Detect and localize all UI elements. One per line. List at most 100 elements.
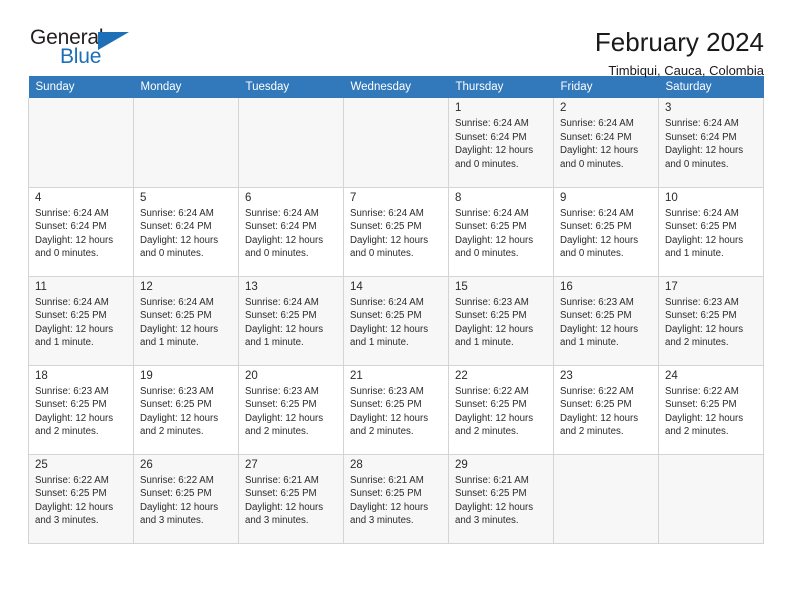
- calendar-body: 1 Sunrise: 6:24 AM Sunset: 6:24 PM Daylight…: [28, 98, 764, 544]
- daylight-duration-line1: Daylight: 12 hours: [140, 323, 219, 335]
- day-cell-content: 17 Sunrise: 6:23 AM Sunset: 6:25 PM Dayligh…: [659, 277, 763, 350]
- calendar-day-cell-empty: [658, 454, 764, 544]
- sunset-time: Sunset: 6:25 PM: [665, 310, 737, 322]
- day-sun-info: Sunrise: 6:24 AM Sunset: 6:25 PM Daylight:…: [560, 207, 652, 261]
- calendar-day-cell[interactable]: 6 Sunrise: 6:24 AM Sunset: 6:24 PM Daylight…: [238, 187, 344, 277]
- sunrise-sunset-calendar: Sunday Monday Tuesday Wednesday Thursday Frid…: [28, 76, 764, 544]
- sunrise-time: Sunrise: 6:24 AM: [560, 207, 634, 219]
- day-cell-content: 9 Sunrise: 6:24 AM Sunset: 6:25 PM Daylight…: [554, 188, 658, 261]
- sunset-time: Sunset: 6:24 PM: [35, 221, 107, 233]
- calendar-day-cell[interactable]: 17 Sunrise: 6:23 AM Sunset: 6:25 PM Dayligh…: [658, 276, 764, 366]
- day-sun-info: Sunrise: 6:23 AM Sunset: 6:25 PM Daylight:…: [350, 385, 442, 439]
- general-blue-logo: General Blue: [28, 26, 133, 72]
- daylight-duration-line2: and 3 minutes.: [140, 515, 204, 527]
- calendar-day-cell[interactable]: 8 Sunrise: 6:24 AM Sunset: 6:25 PM Daylight…: [448, 187, 554, 277]
- calendar-day-cell[interactable]: 23 Sunrise: 6:22 AM Sunset: 6:25 PM Dayligh…: [553, 365, 659, 455]
- daylight-duration-line2: and 1 minute.: [350, 337, 409, 349]
- day-cell-content: 15 Sunrise: 6:23 AM Sunset: 6:25 PM Dayligh…: [449, 277, 553, 350]
- calendar-day-cell[interactable]: 9 Sunrise: 6:24 AM Sunset: 6:25 PM Daylight…: [553, 187, 659, 277]
- calendar-day-cell[interactable]: 21 Sunrise: 6:23 AM Sunset: 6:25 PM Dayligh…: [343, 365, 449, 455]
- daylight-duration-line1: Daylight: 12 hours: [140, 412, 219, 424]
- calendar-day-cell[interactable]: 5 Sunrise: 6:24 AM Sunset: 6:24 PM Daylight…: [133, 187, 239, 277]
- day-cell-content: 25 Sunrise: 6:22 AM Sunset: 6:25 PM Dayligh…: [29, 455, 133, 528]
- day-sun-info: Sunrise: 6:21 AM Sunset: 6:25 PM Daylight:…: [245, 474, 337, 528]
- calendar-column-header-wednesday: Wednesday: [343, 76, 449, 98]
- calendar-day-cell[interactable]: 27 Sunrise: 6:21 AM Sunset: 6:25 PM Dayligh…: [238, 454, 344, 544]
- calendar-day-cell[interactable]: 19 Sunrise: 6:23 AM Sunset: 6:25 PM Dayligh…: [133, 365, 239, 455]
- day-sun-info: Sunrise: 6:22 AM Sunset: 6:25 PM Daylight:…: [140, 474, 232, 528]
- calendar-day-cell[interactable]: 25 Sunrise: 6:22 AM Sunset: 6:25 PM Dayligh…: [28, 454, 134, 544]
- calendar-day-cell[interactable]: 10 Sunrise: 6:24 AM Sunset: 6:25 PM Dayligh…: [658, 187, 764, 277]
- day-number: 18: [35, 369, 48, 382]
- day-cell-content: 19 Sunrise: 6:23 AM Sunset: 6:25 PM Dayligh…: [134, 366, 238, 439]
- page-subtitle: Timbiqui, Cauca, Colombia: [608, 63, 764, 78]
- calendar-day-cell-empty: [553, 454, 659, 544]
- calendar-day-cell[interactable]: 4 Sunrise: 6:24 AM Sunset: 6:24 PM Daylight…: [28, 187, 134, 277]
- sunset-time: Sunset: 6:25 PM: [455, 488, 527, 500]
- daylight-duration-line2: and 2 minutes.: [455, 426, 519, 438]
- day-cell-content: 8 Sunrise: 6:24 AM Sunset: 6:25 PM Daylight…: [449, 188, 553, 261]
- day-cell-content: 12 Sunrise: 6:24 AM Sunset: 6:25 PM Dayligh…: [134, 277, 238, 350]
- calendar-day-cell-empty: [238, 98, 344, 188]
- sunset-time: Sunset: 6:25 PM: [35, 399, 107, 411]
- calendar-column-header-tuesday: Tuesday: [238, 76, 344, 98]
- day-number: 13: [245, 280, 258, 293]
- calendar-day-cell[interactable]: 13 Sunrise: 6:24 AM Sunset: 6:25 PM Dayligh…: [238, 276, 344, 366]
- calendar-day-cell[interactable]: 15 Sunrise: 6:23 AM Sunset: 6:25 PM Dayligh…: [448, 276, 554, 366]
- sunrise-time: Sunrise: 6:24 AM: [560, 118, 634, 129]
- sunrise-time: Sunrise: 6:24 AM: [140, 207, 214, 219]
- calendar-day-cell[interactable]: 22 Sunrise: 6:22 AM Sunset: 6:25 PM Dayligh…: [448, 365, 554, 455]
- daylight-duration-line1: Daylight: 12 hours: [665, 145, 744, 157]
- calendar-day-cell[interactable]: 18 Sunrise: 6:23 AM Sunset: 6:25 PM Dayligh…: [28, 365, 134, 455]
- day-number: 14: [350, 280, 363, 293]
- daylight-duration-line2: and 3 minutes.: [35, 515, 99, 527]
- calendar-day-cell[interactable]: 12 Sunrise: 6:24 AM Sunset: 6:25 PM Dayligh…: [133, 276, 239, 366]
- day-sun-info: Sunrise: 6:21 AM Sunset: 6:25 PM Daylight:…: [455, 474, 547, 528]
- calendar-day-cell[interactable]: 16 Sunrise: 6:23 AM Sunset: 6:25 PM Dayligh…: [553, 276, 659, 366]
- daylight-duration-line1: Daylight: 12 hours: [560, 412, 639, 424]
- day-sun-info: Sunrise: 6:24 AM Sunset: 6:25 PM Daylight:…: [245, 296, 337, 350]
- calendar-day-cell[interactable]: 7 Sunrise: 6:24 AM Sunset: 6:25 PM Daylight…: [343, 187, 449, 277]
- day-sun-info: Sunrise: 6:24 AM Sunset: 6:24 PM Daylight:…: [455, 117, 547, 171]
- sunset-time: Sunset: 6:25 PM: [560, 221, 632, 233]
- calendar-day-cell[interactable]: 26 Sunrise: 6:22 AM Sunset: 6:25 PM Dayligh…: [133, 454, 239, 544]
- sunrise-time: Sunrise: 6:21 AM: [350, 474, 424, 486]
- calendar-day-cell[interactable]: 3 Sunrise: 6:24 AM Sunset: 6:24 PM Daylight…: [658, 98, 764, 188]
- day-cell-content: 6 Sunrise: 6:24 AM Sunset: 6:24 PM Daylight…: [239, 188, 343, 261]
- day-cell-content: 18 Sunrise: 6:23 AM Sunset: 6:25 PM Dayligh…: [29, 366, 133, 439]
- calendar-day-cell[interactable]: 28 Sunrise: 6:21 AM Sunset: 6:25 PM Dayligh…: [343, 454, 449, 544]
- daylight-duration-line2: and 0 minutes.: [35, 248, 99, 260]
- day-number: 12: [140, 280, 153, 293]
- day-number: 11: [35, 280, 47, 293]
- sunset-time: Sunset: 6:25 PM: [560, 310, 632, 322]
- day-cell-content: 23 Sunrise: 6:22 AM Sunset: 6:25 PM Dayligh…: [554, 366, 658, 439]
- day-number: 28: [350, 458, 363, 471]
- triangle-icon: [98, 32, 129, 50]
- day-number: 6: [245, 191, 252, 204]
- day-number: 23: [560, 369, 573, 382]
- day-sun-info: Sunrise: 6:21 AM Sunset: 6:25 PM Daylight:…: [350, 474, 442, 528]
- sunset-time: Sunset: 6:24 PM: [455, 131, 527, 143]
- calendar-day-cell[interactable]: 11 Sunrise: 6:24 AM Sunset: 6:25 PM Dayligh…: [28, 276, 134, 366]
- calendar-day-cell-empty: [28, 98, 134, 188]
- daylight-duration-line2: and 0 minutes.: [350, 248, 414, 260]
- sunset-time: Sunset: 6:25 PM: [560, 399, 632, 411]
- calendar-day-cell[interactable]: 14 Sunrise: 6:24 AM Sunset: 6:25 PM Dayligh…: [343, 276, 449, 366]
- daylight-duration-line2: and 3 minutes.: [455, 515, 519, 527]
- calendar-day-cell[interactable]: 20 Sunrise: 6:23 AM Sunset: 6:25 PM Dayligh…: [238, 365, 344, 455]
- daylight-duration-line1: Daylight: 12 hours: [35, 234, 114, 246]
- calendar-day-cell[interactable]: 29 Sunrise: 6:21 AM Sunset: 6:25 PM Dayligh…: [448, 454, 554, 544]
- day-cell-content: 28 Sunrise: 6:21 AM Sunset: 6:25 PM Dayligh…: [344, 455, 448, 528]
- daylight-duration-line2: and 2 minutes.: [35, 426, 99, 438]
- day-cell-content: 13 Sunrise: 6:24 AM Sunset: 6:25 PM Dayligh…: [239, 277, 343, 350]
- calendar-day-cell[interactable]: 24 Sunrise: 6:22 AM Sunset: 6:25 PM Dayligh…: [658, 365, 764, 455]
- sunrise-time: Sunrise: 6:24 AM: [455, 118, 529, 129]
- sunset-time: Sunset: 6:25 PM: [35, 310, 107, 322]
- sunset-time: Sunset: 6:24 PM: [560, 131, 632, 143]
- sunset-time: Sunset: 6:25 PM: [665, 221, 737, 233]
- calendar-column-header-thursday: Thursday: [448, 76, 554, 98]
- calendar-day-cell[interactable]: 2 Sunrise: 6:24 AM Sunset: 6:24 PM Daylight…: [553, 98, 659, 188]
- calendar-day-cell-empty: [343, 98, 449, 188]
- day-number: 9: [560, 191, 567, 204]
- calendar-day-cell[interactable]: 1 Sunrise: 6:24 AM Sunset: 6:24 PM Daylight…: [448, 98, 554, 188]
